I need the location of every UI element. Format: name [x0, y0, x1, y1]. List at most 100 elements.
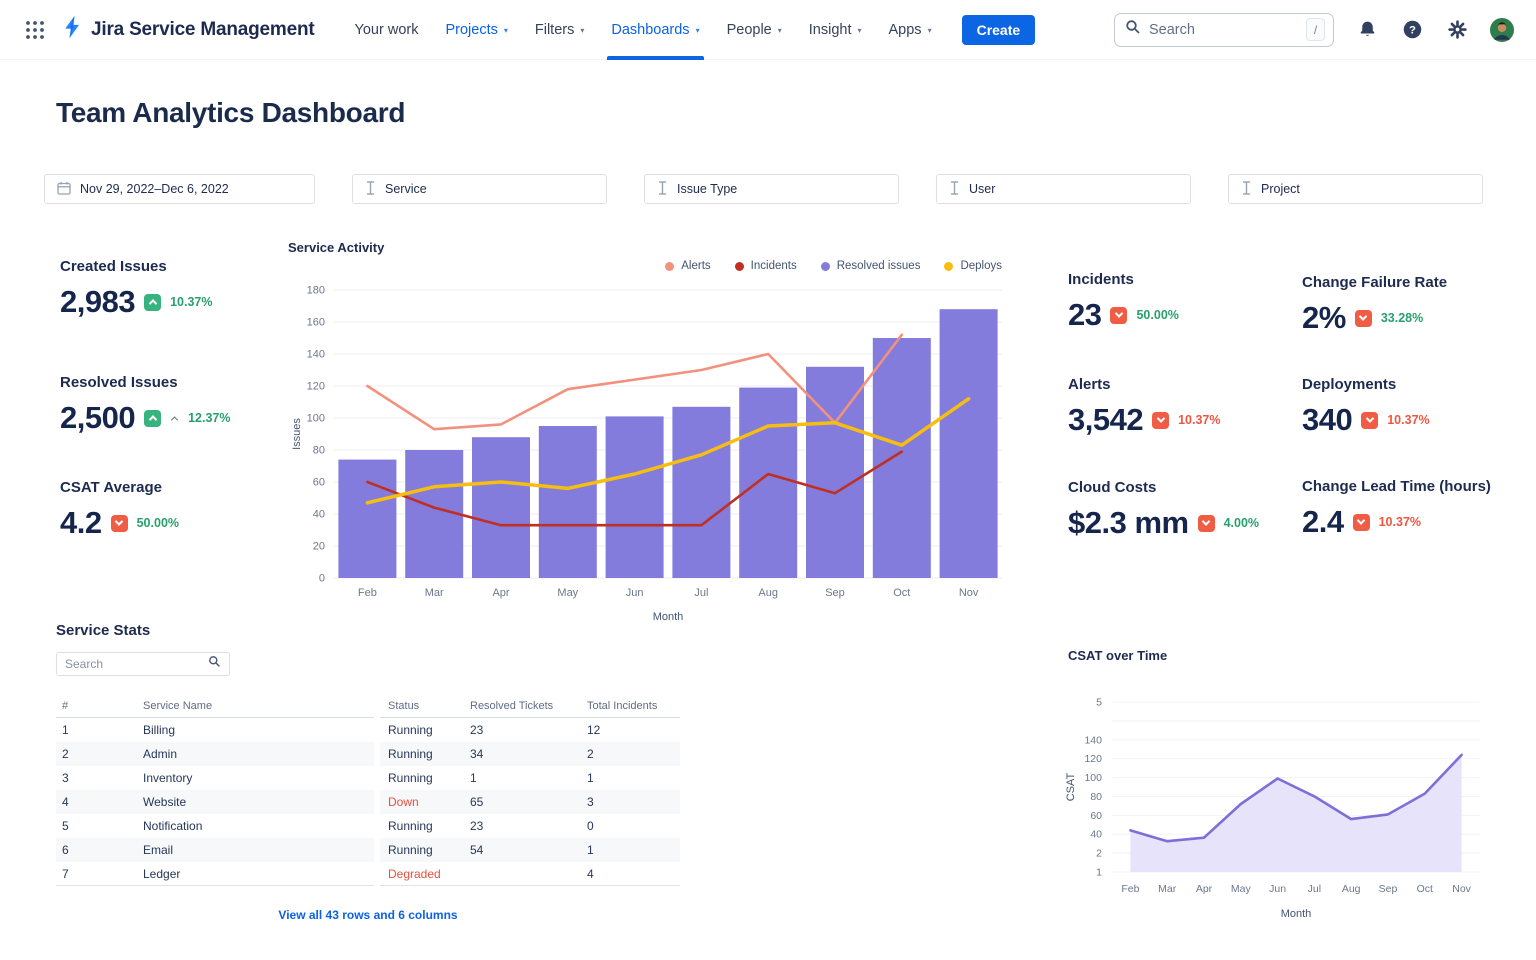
svg-text:0: 0 — [319, 573, 325, 585]
nav-item-dashboards[interactable]: Dashboards▾ — [611, 0, 699, 60]
trend-down-badge — [1152, 412, 1169, 429]
table-cell: Website — [143, 795, 374, 809]
svg-text:Aug: Aug — [758, 587, 778, 599]
table-cell: 5 — [56, 819, 143, 833]
svg-text:May: May — [557, 587, 578, 599]
svg-text:Apr: Apr — [1196, 883, 1213, 895]
svg-text:Sep: Sep — [825, 587, 845, 599]
table-cell: 4 — [587, 867, 680, 881]
table-row: 2AdminRunning342 — [56, 742, 680, 766]
svg-text:May: May — [1231, 883, 1252, 895]
date-range-filter[interactable]: Nov 29, 2022–Dec 6, 2022 — [44, 174, 315, 204]
svg-text:CSAT: CSAT — [1065, 772, 1077, 801]
csat-over-time-chart: 124060801001201405FebMarAprMayJunJulAugS… — [1060, 676, 1490, 932]
svg-text:Oct: Oct — [1417, 883, 1433, 895]
nav-item-your-work[interactable]: Your work — [355, 0, 419, 60]
nav-item-filters[interactable]: Filters▾ — [535, 0, 585, 60]
table-row: 7LedgerDegraded4 — [56, 862, 680, 886]
table-row: 4WebsiteDown653 — [56, 790, 680, 814]
chevron-down-icon: ▾ — [928, 26, 932, 35]
svg-text:120: 120 — [1084, 753, 1102, 765]
kpi-cloud-costs: Cloud Costs $2.3 mm 4.00% — [1068, 479, 1259, 541]
table-search[interactable] — [56, 652, 230, 676]
legend-item-deploys[interactable]: Deploys — [944, 260, 1002, 272]
trend-up-badge — [144, 294, 161, 311]
table-row: 3InventoryRunning11 — [56, 766, 680, 790]
trend-down-badge — [1110, 307, 1127, 324]
table-search-input[interactable] — [65, 657, 202, 671]
user-filter[interactable]: User — [936, 174, 1191, 204]
svg-text:Jul: Jul — [694, 587, 708, 599]
svg-text:Oct: Oct — [893, 587, 910, 599]
svg-text:80: 80 — [313, 445, 325, 457]
service-stats-table: #Service NameStatusResolved TicketsTotal… — [56, 694, 680, 886]
service-filter[interactable]: Service — [352, 174, 607, 204]
table-cell: Running — [380, 843, 470, 857]
legend-item-incidents[interactable]: Incidents — [735, 260, 797, 272]
svg-text:Mar: Mar — [425, 587, 444, 599]
svg-text:180: 180 — [307, 285, 325, 297]
table-cell: Email — [143, 843, 374, 857]
table-row: 5NotificationRunning230 — [56, 814, 680, 838]
nav-item-people[interactable]: People▾ — [727, 0, 782, 60]
legend-item-alerts[interactable]: Alerts — [665, 260, 710, 272]
legend-item-resolved-issues[interactable]: Resolved issues — [821, 260, 921, 272]
table-header-cell: Resolved Tickets — [470, 700, 587, 712]
nav-item-apps[interactable]: Apps▾ — [889, 0, 932, 60]
search-input[interactable] — [1149, 22, 1298, 38]
help-icon[interactable]: ? — [1400, 18, 1424, 42]
chevron-down-icon: ▾ — [857, 26, 861, 35]
table-cell: Inventory — [143, 771, 374, 785]
filter-ibeam-icon — [657, 181, 668, 198]
app-switcher-grid-icon[interactable] — [22, 17, 48, 43]
notifications-bell-icon[interactable] — [1355, 18, 1379, 42]
trend-down-badge — [1361, 412, 1378, 429]
table-cell: Running — [380, 819, 470, 833]
filter-ibeam-icon — [1241, 181, 1252, 198]
svg-text:Jun: Jun — [626, 587, 644, 599]
table-cell: 23 — [470, 723, 587, 737]
chart-bar — [806, 367, 864, 578]
chevron-down-icon: ▾ — [580, 26, 584, 35]
table-cell: 1 — [587, 843, 680, 857]
svg-text:80: 80 — [1090, 791, 1102, 803]
chart-bar — [472, 437, 530, 578]
trend-up-badge — [144, 410, 161, 427]
legend-dot — [944, 262, 953, 271]
svg-text:120: 120 — [307, 381, 325, 393]
issue-type-filter[interactable]: Issue Type — [644, 174, 899, 204]
create-button[interactable]: Create — [962, 15, 1036, 45]
chart-area — [1130, 755, 1461, 872]
kpi-change-lead-time: Change Lead Time (hours) 2.4 10.37% — [1302, 478, 1491, 540]
brand-name: Jira Service Management — [91, 19, 315, 41]
kpi-csat-average: CSAT Average 4.2 50.00% — [60, 479, 179, 541]
table-cell: 12 — [587, 723, 680, 737]
table-header-cell: # — [56, 700, 143, 712]
jira-bolt-icon — [62, 15, 83, 44]
svg-text:Nov: Nov — [1452, 883, 1471, 895]
filter-ibeam-icon — [949, 181, 960, 198]
table-cell: 54 — [470, 843, 587, 857]
svg-text:20: 20 — [313, 541, 325, 553]
user-avatar[interactable] — [1490, 18, 1514, 42]
table-cell: Degraded — [380, 867, 470, 881]
svg-text:?: ? — [1409, 25, 1416, 37]
global-search[interactable]: / — [1114, 13, 1334, 47]
project-filter[interactable]: Project — [1228, 174, 1483, 204]
chart-legend: Alerts Incidents Resolved issues Deploys — [665, 260, 1002, 272]
svg-text:Apr: Apr — [492, 587, 509, 599]
table-cell: Down — [380, 795, 470, 809]
csat-over-time-card: CSAT over Time 124060801001201405FebMarA… — [1060, 648, 1490, 938]
chart-title: Service Activity — [288, 240, 1016, 255]
nav-item-projects[interactable]: Projects▾ — [445, 0, 507, 60]
table-header-cell: Status — [380, 700, 470, 712]
view-all-link[interactable]: View all 43 rows and 6 columns — [56, 908, 680, 922]
brand-logo-home[interactable]: Jira Service Management — [62, 15, 315, 44]
svg-text:60: 60 — [313, 477, 325, 489]
nav-item-insight[interactable]: Insight▾ — [809, 0, 862, 60]
chart-bar — [873, 338, 931, 578]
primary-nav: Your work Projects▾ Filters▾ Dashboards▾… — [355, 0, 932, 60]
svg-text:100: 100 — [1084, 772, 1102, 784]
settings-gear-icon[interactable] — [1445, 18, 1469, 42]
svg-text:40: 40 — [313, 509, 325, 521]
